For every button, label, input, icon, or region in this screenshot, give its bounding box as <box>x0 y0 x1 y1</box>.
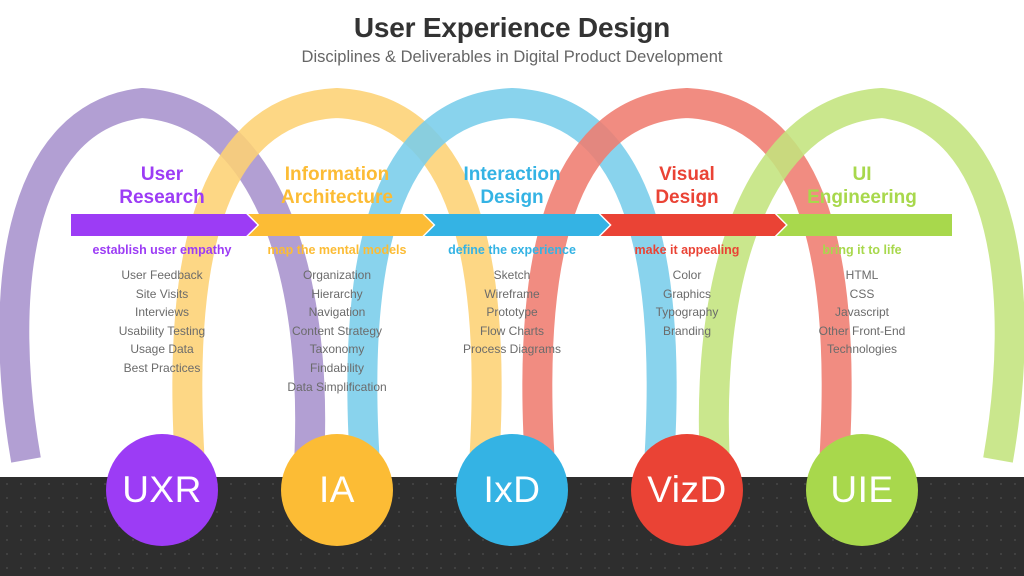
column-tagline-interaction-design: define the experience <box>448 243 576 257</box>
list-item: Prototype <box>486 305 538 320</box>
list-item: Hierarchy <box>311 286 363 301</box>
list-item: Graphics <box>662 286 712 301</box>
list-item: Taxonomy <box>309 342 365 357</box>
column-tagline-information-architecture: map the mental models <box>267 243 407 257</box>
badge-circle-visual-design[interactable]: VizD <box>631 434 743 546</box>
list-item: Interviews <box>134 305 190 320</box>
list-item: Findability <box>309 360 365 375</box>
badge-circle-information-architecture[interactable]: IA <box>281 434 393 546</box>
list-item: Organization <box>302 268 372 282</box>
column-items-ui-engineering: HTML CSS Javascript Other Front-End Technol… <box>772 266 952 359</box>
column-heading-user-research: User Research <box>119 164 205 208</box>
badge-circle-ui-engineering[interactable]: UIE <box>806 434 918 546</box>
list-item: Usage Data <box>130 342 194 357</box>
column-tagline-visual-design: make it appealing <box>634 243 740 257</box>
list-item: Data Simplification <box>287 379 387 394</box>
list-item: Navigation <box>308 305 366 320</box>
list-item: Usability Testing <box>118 323 206 338</box>
column-tagline-user-research: establish user empathy <box>92 243 232 257</box>
list-item: Javascript <box>834 305 890 320</box>
list-item: User Feedback <box>121 268 203 282</box>
column-tagline-ui-engineering: bring it to life <box>822 243 902 257</box>
list-item: CSS <box>849 286 875 301</box>
list-item: Branding <box>662 323 712 338</box>
list-item: Flow Charts <box>479 323 544 338</box>
column-heading-ui-engineering: UI Engineering <box>807 164 917 208</box>
list-item: HTML <box>845 268 879 282</box>
badge-circle-interaction-design[interactable]: IxD <box>456 434 568 546</box>
column-items-interaction-design: Sketch Wireframe Prototype Flow Charts Proce… <box>422 266 602 359</box>
column-items-information-architecture: Organization Hierarchy Navigation Content S… <box>247 266 427 396</box>
column-heading-visual-design: Visual Design <box>655 164 719 208</box>
list-item: Wireframe <box>484 286 540 301</box>
list-item: Site Visits <box>135 286 189 301</box>
column-items-user-research: User Feedback Site Visits Interviews Usabil… <box>72 266 252 378</box>
infographic-canvas: User Experience Design Disciplines & Del… <box>0 0 1024 576</box>
list-item: Sketch <box>493 268 531 282</box>
list-item: Typography <box>655 305 719 320</box>
column-heading-interaction-design: Interaction Design <box>463 164 561 208</box>
badge-circle-user-research[interactable]: UXR <box>106 434 218 546</box>
list-item: Content Strategy <box>291 323 383 338</box>
list-item: Process Diagrams <box>462 342 562 357</box>
list-item: Other Front-End Technologies <box>818 323 906 357</box>
list-item: Color <box>672 268 702 282</box>
column-items-visual-design: Color Graphics Typography Branding <box>597 266 777 340</box>
column-heading-information-architecture: Information Architecture <box>281 164 393 208</box>
list-item: Best Practices <box>123 360 201 375</box>
